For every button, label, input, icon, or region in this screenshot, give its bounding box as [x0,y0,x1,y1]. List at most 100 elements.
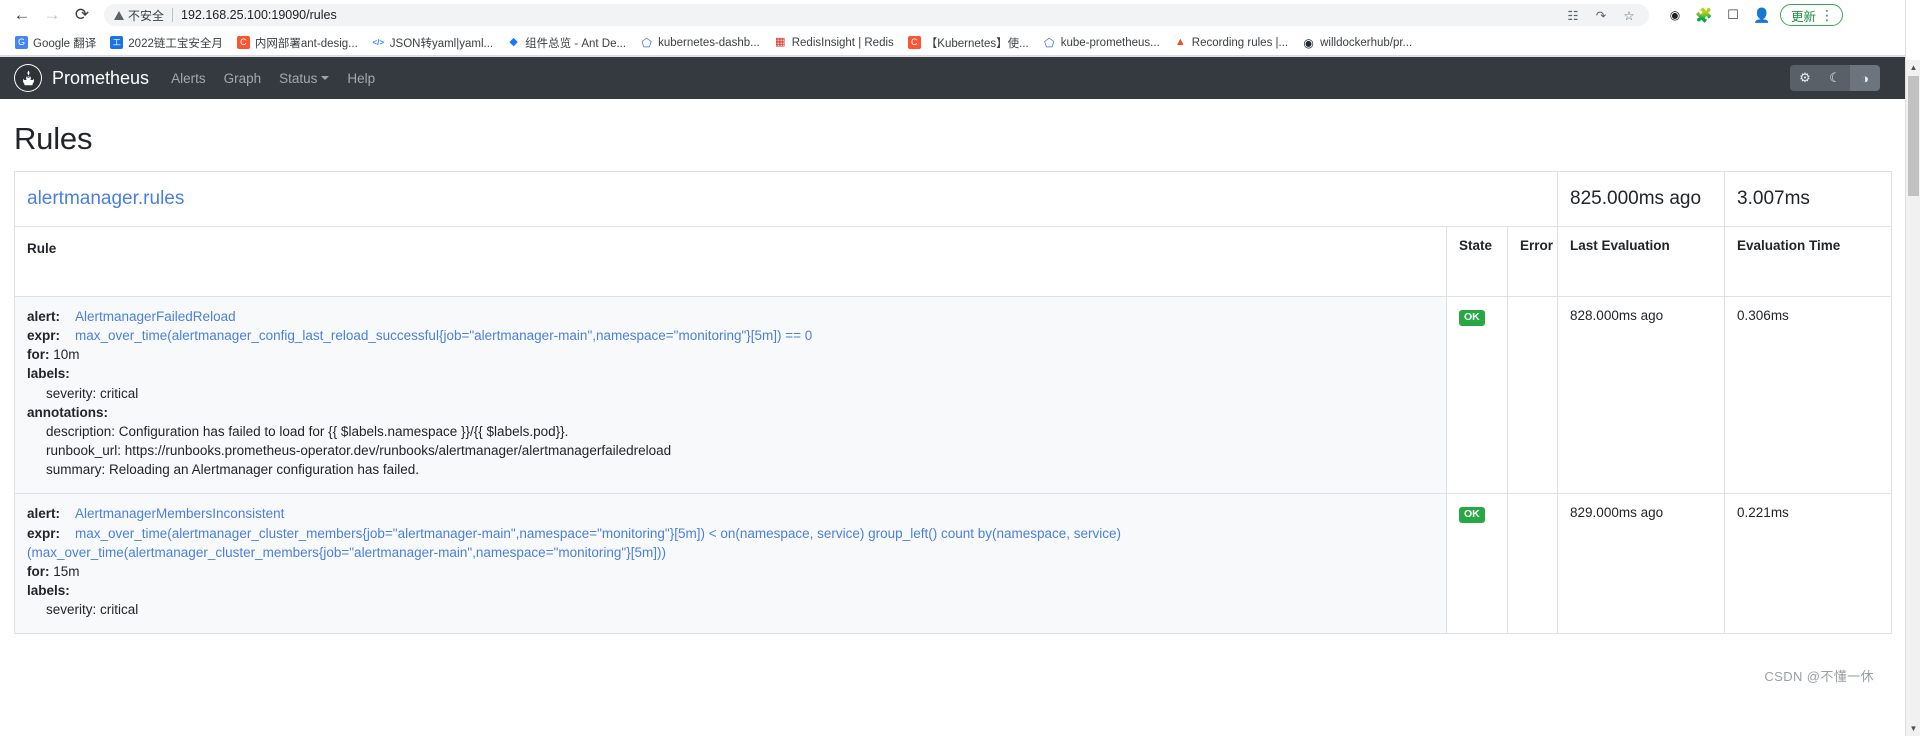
rule-last-evaluation-cell: 828.000ms ago [1557,295,1726,495]
status-badge: OK [1459,507,1485,523]
expr-value[interactable]: max_over_time(alertmanager_config_last_r… [75,328,812,343]
scroll-up-arrow-icon[interactable]: ▲ [1906,60,1920,75]
reload-icon[interactable]: ⟳ [68,1,96,29]
translate-icon[interactable]: ☷ [1565,7,1581,23]
alert-name[interactable]: AlertmanagerFailedReload [75,309,236,324]
bookmark-label: Recording rules |... [1191,36,1289,49]
theme-auto-button[interactable]: ◑ [1850,65,1880,91]
rule-label-item: severity: critical [46,602,139,618]
expr-value[interactable]: max_over_time(alertmanager_cluster_membe… [27,526,1121,560]
bookmark-item[interactable]: ◉ willdockerhub/pr... [1295,34,1419,51]
ant-design-icon: ◆ [509,36,518,48]
alert-key: alert: [27,309,61,324]
scrollbar-track-top [1906,0,1920,60]
moon-icon: ☾ [1829,70,1841,85]
rule-expr-line: expr: max_over_time(alertmanager_cluster_… [27,524,1434,562]
for-key: for: [27,563,50,579]
theme-dark-button[interactable]: ☾ [1820,65,1850,91]
rule-group-last-evaluation: 825.000ms ago [1557,171,1726,227]
share-icon[interactable]: ↷ [1593,7,1609,23]
bookmark-item[interactable]: ◆ 组件总览 - Ant De... [500,33,633,53]
extensions-puzzle-icon[interactable]: 🧩 [1695,7,1712,23]
bookmark-item[interactable]: ⬠ kubernetes-dashb... [633,34,767,51]
github-icon: ◉ [1303,35,1314,50]
profile-avatar-icon[interactable]: 👤 [1753,7,1770,23]
for-key: for: [27,347,50,363]
nav-help[interactable]: Help [347,71,375,86]
table-row: alert: AlertmanagerMembersInconsistent ex… [14,493,1893,635]
star-icon[interactable]: ☆ [1621,7,1637,23]
column-header-last-evaluation: Last Evaluation [1557,226,1726,297]
extension-icons: ◉ 🧩 ☐ 👤 [1667,7,1771,23]
kebab-menu-icon[interactable]: ⋮ [1820,8,1834,22]
nav-help-label: Help [347,70,376,86]
bookmark-label: RedisInsight | Redis [791,36,894,49]
rule-annotation-item: description: Configuration has failed to… [46,423,569,439]
rule-definition-cell: alert: AlertmanagerMembersInconsistent ex… [14,493,1447,635]
bookmark-label: 2022链工宝安全月 [128,37,223,50]
bookmark-label: 组件总览 - Ant De... [525,37,627,50]
rule-alert-line: alert: AlertmanagerMembersInconsistent [27,504,1434,523]
rules-table: alertmanager.rules 825.000ms ago 3.007ms… [13,171,1893,635]
back-arrow-icon[interactable]: ← [8,1,36,29]
for-value: 15m [53,563,80,579]
csdn-icon: C [907,36,921,49]
address-bar[interactable]: 不安全 192.168.25.100:19090/rules ☷ ↷ ☆ [104,4,1649,26]
prometheus-icon: ▲ [1174,36,1186,48]
browser-chrome: ← → ⟳ 不安全 192.168.25.100:19090/rules ☷ ↷… [0,0,1920,57]
bookmark-item[interactable]: ▲ Recording rules |... [1167,34,1295,51]
rule-evaluation-time-cell: 0.306ms [1724,295,1893,495]
rule-evaluation-time-cell: 0.221ms [1724,493,1893,635]
bookmark-label: kubernetes-dashb... [658,36,760,49]
update-button[interactable]: 更新 ⋮ [1780,4,1844,26]
update-button-label: 更新 [1791,9,1817,24]
bookmark-item[interactable]: </> JSON转yaml|yaml... [365,33,500,53]
forward-arrow-icon[interactable]: → [38,1,66,29]
rule-group-name[interactable]: alertmanager.rules [13,171,1559,227]
bookmark-label: JSON转yaml|yaml... [389,37,494,50]
rule-alert-line: alert: AlertmanagerFailedReload [27,307,1434,326]
security-warning: 不安全 [114,7,164,24]
rule-annotations-header: annotations: [27,403,1434,422]
nav-status[interactable]: Status [279,71,330,86]
app-brand[interactable]: Prometheus [52,68,149,89]
nav-graph[interactable]: Graph [224,71,262,86]
page-content: Rules alertmanager.rules 825.000ms ago 3… [0,99,1920,693]
column-header-rule: Rule [14,226,1447,297]
column-header-error: Error [1506,226,1559,297]
rule-group-evaluation-time: 3.007ms [1724,171,1893,227]
annotations-key: annotations: [27,404,108,420]
rule-label-item: severity: critical [46,385,139,401]
prometheus-torch-icon[interactable] [14,64,42,92]
rule-labels-header: labels: [27,364,1434,383]
kubernetes-icon: ⬠ [1043,35,1055,50]
theme-light-button[interactable]: ⚙ [1790,65,1820,91]
gear-sun-icon: ⚙ [1799,70,1811,85]
bookmark-item[interactable]: ⬠ kube-prometheus... [1036,34,1167,51]
bookmark-item[interactable]: ▦ RedisInsight | Redis [767,34,901,51]
bookmark-item[interactable]: C 内网部署ant-desig... [230,33,365,53]
alert-name[interactable]: AlertmanagerMembersInconsistent [75,506,284,521]
rule-expr-line: expr: max_over_time(alertmanager_config_l… [27,326,1434,345]
rule-for-line: for: 10m [27,345,1434,364]
bookmark-item[interactable]: C 【Kubernetes】使... [901,33,1036,53]
bookmark-label: 内网部署ant-desig... [254,37,358,50]
warning-triangle-icon [114,10,124,20]
vertical-scrollbar[interactable]: ▲ ▼ [1905,0,1920,736]
rule-error-cell [1506,493,1559,635]
rule-last-evaluation-cell: 829.000ms ago [1557,493,1726,635]
browser-toolbar: ← → ⟳ 不安全 192.168.25.100:19090/rules ☷ ↷… [0,0,1920,30]
bookmark-item[interactable]: G Google 翻译 [8,33,103,53]
table-header-row: Rule State Error Last Evaluation Evaluat… [14,226,1893,297]
nav-alerts[interactable]: Alerts [171,71,206,86]
side-panel-icon[interactable]: ☐ [1725,7,1741,23]
scroll-down-arrow-icon[interactable]: ▼ [1906,721,1920,736]
bookmark-item[interactable]: 工 2022链工宝安全月 [103,33,230,53]
url-text: 192.168.25.100:19090/rules [181,8,337,22]
watermark: CSDN @不懂一休 [1764,669,1874,684]
dark-reader-extension-icon[interactable]: ◉ [1667,7,1683,23]
bookmarks-bar: G Google 翻译 工 2022链工宝安全月 C 内网部署ant-desig...… [0,30,1920,56]
labels-key: labels: [27,366,70,382]
bookmark-label: kube-prometheus... [1060,36,1160,49]
scrollbar-thumb[interactable] [1908,76,1919,196]
